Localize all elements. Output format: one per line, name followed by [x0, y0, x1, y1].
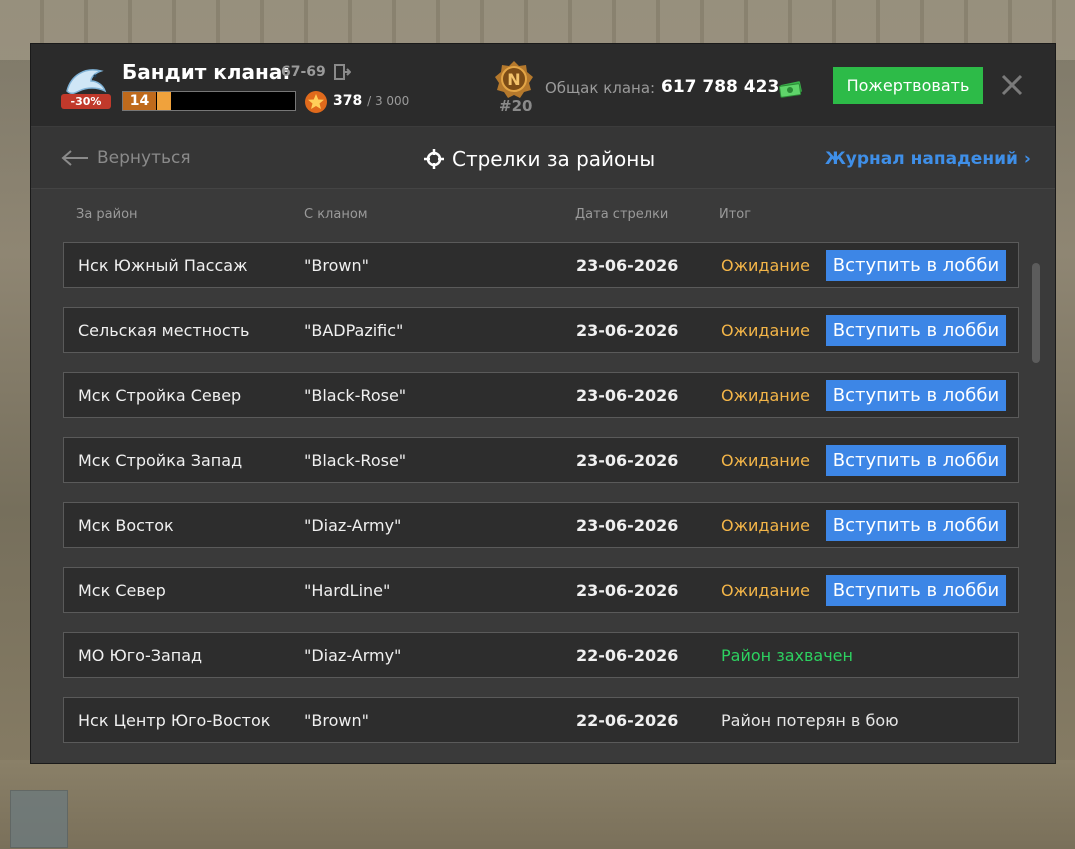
column-header-clan: С кланом — [304, 207, 368, 222]
donate-button[interactable]: Пожертвовать — [833, 67, 983, 104]
join-lobby-button[interactable]: Вступить в лобби — [826, 380, 1006, 411]
column-header-result: Итог — [719, 207, 752, 222]
discount-badge: -30% — [61, 94, 111, 109]
battle-result: Район захвачен — [721, 646, 853, 665]
back-button[interactable]: Вернуться — [61, 148, 191, 170]
battle-date: 23-06-2026 — [576, 451, 679, 470]
league-badge-icon: N — [495, 61, 533, 98]
arrow-left-icon — [61, 150, 88, 166]
league-letter: N — [507, 70, 520, 89]
navigation-bar: Вернуться Стрелки за районы Журнал напад… — [31, 127, 1055, 189]
crosshair-icon — [424, 149, 444, 169]
join-lobby-button[interactable]: Вступить в лобби — [826, 250, 1006, 281]
battle-result: Ожидание — [721, 451, 810, 470]
battle-date: 23-06-2026 — [576, 256, 679, 275]
clan-rank-title: Бандит клана: — [122, 60, 291, 84]
star-icon — [305, 91, 327, 113]
opponent-clan: "BADPazific" — [304, 321, 404, 340]
close-icon[interactable] — [999, 72, 1025, 98]
join-lobby-button[interactable]: Вступить в лобби — [826, 315, 1006, 346]
battle-result: Ожидание — [721, 256, 810, 275]
level-progress-bar: 14 — [122, 91, 296, 111]
district-name: МО Юго-Запад — [78, 646, 203, 665]
opponent-clan: "HardLine" — [304, 581, 391, 600]
battle-date: 22-06-2026 — [576, 646, 679, 665]
district-name: Мск Стройка Север — [78, 386, 242, 405]
battle-date: 23-06-2026 — [576, 321, 679, 340]
battle-result: Район потерян в бою — [721, 711, 899, 730]
opponent-clan: "Diaz-Army" — [304, 646, 402, 665]
opponent-clan: "Black-Rose" — [304, 451, 407, 470]
district-name: Мск Стройка Запад — [78, 451, 243, 470]
column-header-district: За район — [76, 207, 138, 222]
league-rank: #20 — [499, 97, 533, 115]
table-row: Мск Стройка Запад "Black-Rose" 23-06-2026 О… — [63, 437, 1019, 483]
table-row: МО Юго-Запад "Diaz-Army" 22-06-2026 Район з… — [63, 632, 1019, 678]
exit-door-icon[interactable] — [333, 63, 351, 81]
district-name: Мск Север — [78, 581, 166, 600]
battle-date: 23-06-2026 — [576, 386, 679, 405]
table-row: Сельская местность "BADPazific" 23-06-2026… — [63, 307, 1019, 353]
battle-date: 23-06-2026 — [576, 581, 679, 600]
back-label: Вернуться — [97, 148, 191, 168]
join-lobby-button[interactable]: Вступить в лобби — [826, 445, 1006, 476]
xp-counter: 378 / 3 000 — [333, 93, 409, 109]
background-ground — [0, 760, 1075, 849]
join-lobby-button[interactable]: Вступить в лобби — [826, 575, 1006, 606]
battle-date: 23-06-2026 — [576, 516, 679, 535]
page-title-text: Стрелки за районы — [452, 147, 656, 171]
opponent-clan: "Brown" — [304, 711, 369, 730]
background-avatar — [10, 790, 68, 848]
clan-fund-label: Общак клана: — [545, 79, 656, 97]
clan-rank-range: 67-69 — [281, 64, 326, 80]
battles-table: За район С кланом Дата стрелки Итог Нск … — [31, 189, 1055, 763]
district-name: Мск Восток — [78, 516, 174, 535]
opponent-clan: "Black-Rose" — [304, 386, 407, 405]
battle-result: Ожидание — [721, 516, 810, 535]
xp-max: / 3 000 — [367, 94, 410, 108]
table-row: Мск Стройка Север "Black-Rose" 23-06-2026 О… — [63, 372, 1019, 418]
level-progress-fill — [157, 92, 171, 110]
district-name: Сельская местность — [78, 321, 250, 340]
district-name: Нск Центр Юго-Восток — [78, 711, 271, 730]
table-row: Нск Центр Юго-Восток "Brown" 22-06-2026 Рай… — [63, 697, 1019, 743]
opponent-clan: "Brown" — [304, 256, 369, 275]
table-row: Мск Восток "Diaz-Army" 23-06-2026 Ожидание В… — [63, 502, 1019, 548]
level-number: 14 — [123, 92, 156, 110]
attack-log-link[interactable]: Журнал нападений › — [825, 149, 1031, 169]
column-header-date: Дата стрелки — [575, 207, 669, 222]
battle-date: 22-06-2026 — [576, 711, 679, 730]
xp-current: 378 — [333, 93, 363, 109]
opponent-clan: "Diaz-Army" — [304, 516, 402, 535]
join-lobby-button[interactable]: Вступить в лобби — [826, 510, 1006, 541]
battle-result: Ожидание — [721, 581, 810, 600]
table-row: Мск Север "HardLine" 23-06-2026 Ожидание Вст… — [63, 567, 1019, 613]
table-row: Нск Южный Пассаж "Brown" 23-06-2026 Ожидани… — [63, 242, 1019, 288]
battle-result: Ожидание — [721, 386, 810, 405]
clan-fund-value: 617 788 423 — [661, 77, 780, 97]
clan-header: -30% Бандит клана: 67-69 14 378 / 3 000 … — [31, 44, 1055, 127]
battle-result: Ожидание — [721, 321, 810, 340]
page-title: Стрелки за районы — [424, 147, 655, 171]
scrollbar[interactable] — [1032, 263, 1040, 363]
district-name: Нск Южный Пассаж — [78, 256, 248, 275]
money-icon — [779, 81, 802, 98]
clan-battles-window: -30% Бандит клана: 67-69 14 378 / 3 000 … — [30, 43, 1056, 764]
